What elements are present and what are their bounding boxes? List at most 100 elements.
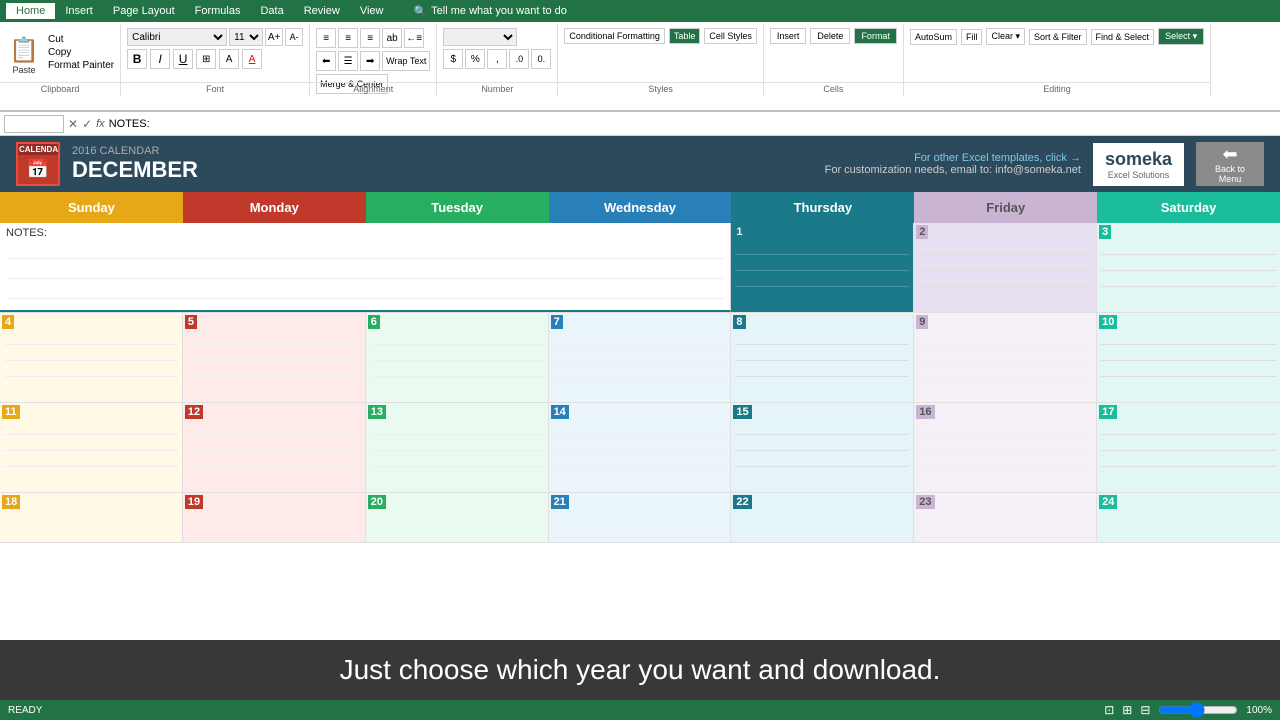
- overlay-banner: Just choose which year you want and down…: [0, 640, 1280, 700]
- cut-button[interactable]: Cut: [48, 34, 114, 45]
- format-cells-button[interactable]: Format: [854, 28, 897, 44]
- cal-cell-11[interactable]: 11: [0, 403, 183, 492]
- tab-page-layout[interactable]: Page Layout: [103, 3, 185, 19]
- font-color-button[interactable]: A: [242, 49, 262, 69]
- zoom-level: 100%: [1246, 705, 1272, 716]
- align-center-button[interactable]: ☰: [338, 51, 358, 71]
- cal-cell-17[interactable]: 17: [1097, 403, 1280, 492]
- currency-button[interactable]: $: [443, 49, 463, 69]
- bold-button[interactable]: B: [127, 49, 147, 69]
- align-top-center-button[interactable]: ≡: [338, 28, 358, 48]
- border-button[interactable]: ⊞: [196, 49, 216, 69]
- decrease-font-button[interactable]: A-: [285, 28, 303, 46]
- cal-cell-5[interactable]: 5: [183, 313, 366, 402]
- underline-button[interactable]: U: [173, 49, 193, 69]
- decimal-decrease-button[interactable]: 0.: [531, 49, 551, 69]
- day-header-sunday: Sunday: [0, 192, 183, 223]
- increase-font-button[interactable]: A+: [265, 28, 283, 46]
- date-number-3: 3: [1099, 225, 1111, 239]
- select-button[interactable]: Select ▾: [1158, 28, 1204, 45]
- day-header-thursday: Thursday: [731, 192, 914, 223]
- cal-cell-18[interactable]: 18: [0, 493, 183, 542]
- layout-view-icon[interactable]: ⊞: [1122, 703, 1132, 717]
- number-format-select[interactable]: [443, 28, 517, 46]
- find-select-button[interactable]: Find & Select: [1091, 29, 1155, 45]
- wrap-text-button[interactable]: Wrap Text: [382, 51, 430, 71]
- copy-button[interactable]: Copy: [48, 47, 114, 58]
- day-header-monday: Monday: [183, 192, 366, 223]
- font-size-select[interactable]: 11: [229, 28, 263, 46]
- orientation-button[interactable]: ab: [382, 28, 402, 48]
- cal-cell-9[interactable]: 9: [914, 313, 1097, 402]
- cal-cell-1[interactable]: 1: [731, 223, 914, 312]
- paste-button[interactable]: 📋 Paste: [6, 30, 42, 80]
- day-header-wednesday: Wednesday: [549, 192, 732, 223]
- align-top-right-button[interactable]: ≡: [360, 28, 380, 48]
- comma-button[interactable]: ,: [487, 49, 507, 69]
- status-ready: READY: [8, 705, 42, 716]
- cal-cell-14[interactable]: 14: [549, 403, 732, 492]
- cal-cell-7[interactable]: 7: [549, 313, 732, 402]
- format-painter-button[interactable]: Format Painter: [48, 60, 114, 71]
- confirm-formula-button[interactable]: ✓: [82, 117, 92, 131]
- tab-insert[interactable]: Insert: [55, 3, 103, 19]
- formula-bar-input[interactable]: [109, 118, 1276, 130]
- format-as-table-button[interactable]: Table: [669, 28, 701, 44]
- font-section-label: Font: [121, 82, 309, 94]
- tab-home[interactable]: Home: [6, 3, 55, 19]
- editing-section-label: Editing: [904, 82, 1210, 94]
- align-top-left-button[interactable]: ≡: [316, 28, 336, 48]
- auto-sum-button[interactable]: AutoSum: [910, 29, 957, 45]
- cal-cell-8[interactable]: 8: [731, 313, 914, 402]
- normal-view-icon[interactable]: ⊡: [1104, 703, 1114, 717]
- cal-cell-23[interactable]: 23: [914, 493, 1097, 542]
- cal-cell-20[interactable]: 20: [366, 493, 549, 542]
- cal-cell-2[interactable]: 2: [914, 223, 1097, 312]
- cells-section-label: Cells: [764, 82, 903, 94]
- cal-cell-21[interactable]: 21: [549, 493, 732, 542]
- tab-view[interactable]: View: [350, 3, 394, 19]
- percent-button[interactable]: %: [465, 49, 485, 69]
- date-number-2: 2: [916, 225, 928, 239]
- cal-cell-24[interactable]: 24: [1097, 493, 1280, 542]
- tab-review[interactable]: Review: [294, 3, 350, 19]
- insert-cells-button[interactable]: Insert: [770, 28, 807, 44]
- cal-cell-3[interactable]: 3: [1097, 223, 1280, 312]
- promo-text: For other Excel templates, click → For c…: [825, 152, 1081, 176]
- cal-cell-12[interactable]: 12: [183, 403, 366, 492]
- cancel-formula-button[interactable]: ✕: [68, 117, 78, 131]
- clear-button[interactable]: Clear ▾: [986, 28, 1025, 45]
- fill-button[interactable]: Fill: [961, 29, 983, 45]
- cal-cell-19[interactable]: 19: [183, 493, 366, 542]
- zoom-slider[interactable]: [1158, 705, 1238, 715]
- delete-cells-button[interactable]: Delete: [810, 28, 850, 44]
- cal-cell-13[interactable]: 13: [366, 403, 549, 492]
- fx-label: fx: [96, 118, 105, 130]
- italic-button[interactable]: I: [150, 49, 170, 69]
- conditional-formatting-button[interactable]: Conditional Formatting: [564, 28, 665, 44]
- cal-cell-16[interactable]: 16: [914, 403, 1097, 492]
- notes-cell[interactable]: NOTES:: [0, 223, 731, 312]
- indent-decrease-button[interactable]: ←≡: [404, 28, 424, 48]
- cell-name-box[interactable]: [4, 115, 64, 133]
- cell-styles-button[interactable]: Cell Styles: [704, 28, 757, 44]
- calendar-icon: CALENDAR 📅: [16, 142, 60, 186]
- align-right-button[interactable]: ➡: [360, 51, 380, 71]
- page-break-view-icon[interactable]: ⊟: [1140, 703, 1150, 717]
- cal-cell-15[interactable]: 15: [731, 403, 914, 492]
- cal-cell-6[interactable]: 6: [366, 313, 549, 402]
- cal-cell-22[interactable]: 22: [731, 493, 914, 542]
- day-header-saturday: Saturday: [1097, 192, 1280, 223]
- decimal-increase-button[interactable]: .0: [509, 49, 529, 69]
- tab-data[interactable]: Data: [250, 3, 293, 19]
- search-placeholder: Tell me what you want to do: [431, 5, 567, 17]
- sort-filter-button[interactable]: Sort & Filter: [1029, 29, 1087, 45]
- cal-cell-10[interactable]: 10: [1097, 313, 1280, 402]
- cal-cell-4[interactable]: 4: [0, 313, 183, 402]
- fill-color-button[interactable]: A: [219, 49, 239, 69]
- tab-formulas[interactable]: Formulas: [185, 3, 251, 19]
- align-left-button[interactable]: ⬅: [316, 51, 336, 71]
- day-header-tuesday: Tuesday: [366, 192, 549, 223]
- back-to-menu-button[interactable]: ⬅ Back to Menu: [1196, 142, 1264, 186]
- font-name-select[interactable]: Calibri: [127, 28, 227, 46]
